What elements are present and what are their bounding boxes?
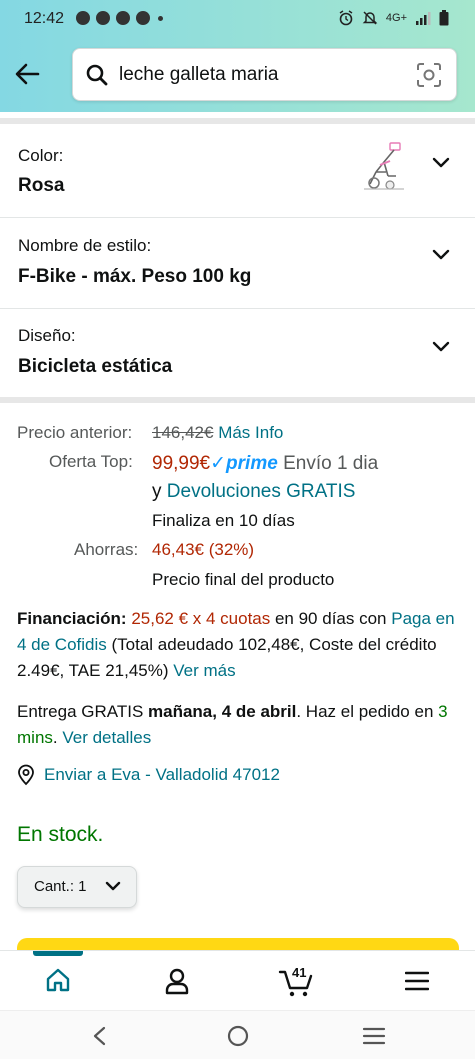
messenger-icon (96, 11, 110, 25)
variation-label: Diseño: (18, 326, 76, 345)
chevron-down-icon[interactable] (431, 340, 451, 354)
menu-icon[interactable] (405, 971, 429, 991)
battery-icon (439, 10, 449, 26)
cart-count-badge: 41 (292, 965, 307, 980)
variation-value: Bicicleta estática (18, 356, 173, 377)
chevron-down-icon[interactable] (431, 156, 451, 170)
more-info-link[interactable]: Más Info (218, 423, 283, 442)
status-right: 4G+ (338, 10, 449, 26)
facebook-icon (136, 11, 150, 25)
previous-price-line: 146,42€ Más Info (152, 423, 283, 443)
system-home-icon[interactable] (226, 1024, 250, 1048)
section-divider (0, 397, 475, 403)
see-more-link[interactable]: Ver más (173, 661, 235, 680)
savings-label: Ahorras: (74, 540, 139, 559)
bottom-nav: 41 (0, 950, 475, 1010)
financing-installments: 25,62 € x 4 cuotas (131, 609, 271, 628)
stock-status: En stock. (17, 823, 104, 846)
deal-ends: Finaliza en 10 días (152, 511, 295, 530)
final-price-note: Precio final del producto (152, 570, 335, 589)
search-input[interactable]: leche galleta maria (119, 64, 278, 86)
camera-icon[interactable] (416, 62, 442, 88)
nav-home[interactable] (28, 951, 88, 1011)
active-tab-indicator (33, 951, 83, 956)
system-navigation-bar (0, 1010, 475, 1059)
offer-line: 99,99€✓prime Envío 1 dia (152, 452, 378, 475)
more-notifications-icon (158, 15, 163, 21)
delivery-suffix: . (52, 728, 63, 747)
shipping-speed: Envío 1 dia (283, 453, 379, 474)
messenger-icon (76, 11, 90, 25)
facebook-icon (116, 11, 130, 25)
variation-value: Rosa (18, 175, 65, 196)
variation-label: Nombre de estilo: (18, 236, 152, 255)
nav-cart[interactable]: 41 (266, 951, 326, 1011)
location-pin-icon[interactable] (17, 764, 35, 786)
app-header: 12:42 4G+ leche galleta maria (0, 0, 475, 112)
quantity-label: Cant.: 1 (34, 878, 87, 895)
signal-icon (416, 12, 431, 25)
free-returns-link[interactable]: Devoluciones GRATIS (167, 481, 356, 502)
status-time: 12:42 (24, 10, 65, 27)
variation-design[interactable]: Diseño: Bicicleta estática (0, 309, 475, 397)
prime-logo: prime (226, 453, 278, 474)
chevron-down-icon (105, 881, 121, 891)
financing-info: Financiación: 25,62 € x 4 cuotas en 90 d… (17, 606, 462, 684)
status-bar: 12:42 4G+ (0, 0, 475, 38)
offer-label: Oferta Top: (49, 452, 133, 471)
account-icon[interactable] (164, 967, 190, 995)
ship-to-link[interactable]: Enviar a Eva - Valladolid 47012 (44, 765, 280, 785)
previous-price-label: Precio anterior: (17, 423, 133, 442)
system-back-icon[interactable] (90, 1025, 110, 1047)
variation-style[interactable]: Nombre de estilo: F-Bike - máx. Peso 100… (0, 218, 475, 309)
product-thumbnail[interactable] (360, 141, 408, 193)
prime-check-icon: ✓ (210, 453, 227, 474)
variation-value: F-Bike - máx. Peso 100 kg (18, 266, 252, 287)
quantity-dropdown[interactable]: Cant.: 1 (17, 866, 137, 908)
see-details-link[interactable]: Ver detalles (62, 728, 151, 747)
alarm-icon (339, 10, 353, 26)
financing-term: en 90 días con (270, 609, 392, 628)
delivery-info: Entrega GRATIS mañana, 4 de abril. Haz e… (17, 699, 462, 751)
notification-icons (76, 11, 163, 25)
nav-menu[interactable] (387, 951, 447, 1011)
delivery-middle: . Haz el pedido en (296, 702, 439, 721)
delivery-prefix: Entrega GRATIS (17, 702, 149, 721)
previous-price: 146,42€ (152, 423, 214, 442)
offer-price: 99,99€ (152, 453, 211, 474)
back-arrow-icon[interactable] (12, 58, 44, 90)
search-bar[interactable]: leche galleta maria (72, 48, 457, 101)
mute-icon (362, 11, 378, 25)
returns-and: y (152, 481, 162, 502)
nav-account[interactable] (147, 951, 207, 1011)
system-recents-icon[interactable] (362, 1027, 386, 1045)
home-icon[interactable] (45, 967, 71, 993)
financing-label: Financiación: (17, 609, 127, 628)
chevron-down-icon[interactable] (431, 248, 451, 262)
returns-line: y Devoluciones GRATIS (152, 481, 355, 503)
variation-label: Color: (18, 146, 64, 165)
search-icon[interactable] (85, 63, 109, 87)
network-type: 4G+ (385, 12, 407, 24)
delivery-date: mañana, 4 de abril (148, 702, 297, 721)
savings-value: 46,43€ (32%) (152, 540, 255, 559)
